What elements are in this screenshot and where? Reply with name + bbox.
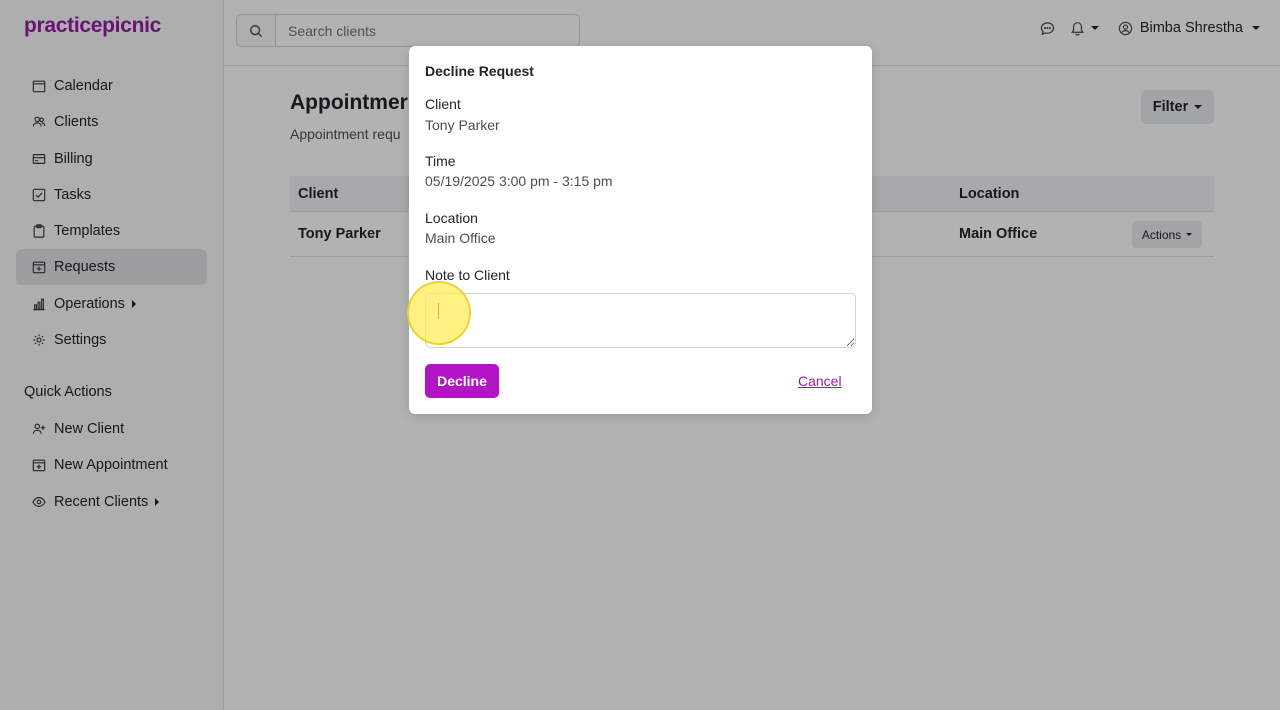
location-label: Location: [425, 210, 478, 226]
decline-button[interactable]: Decline: [425, 364, 499, 398]
client-label: Client: [425, 96, 461, 112]
time-label: Time: [425, 153, 456, 169]
time-value: 05/19/2025 3:00 pm - 3:15 pm: [425, 173, 613, 189]
decline-request-modal: Decline Request Client Tony Parker Time …: [409, 46, 872, 414]
cancel-link[interactable]: Cancel: [798, 373, 842, 389]
client-value: Tony Parker: [425, 117, 500, 133]
note-to-client-textarea[interactable]: [425, 293, 856, 348]
click-indicator: [407, 281, 471, 345]
modal-title: Decline Request: [425, 63, 534, 79]
location-value: Main Office: [425, 230, 496, 246]
